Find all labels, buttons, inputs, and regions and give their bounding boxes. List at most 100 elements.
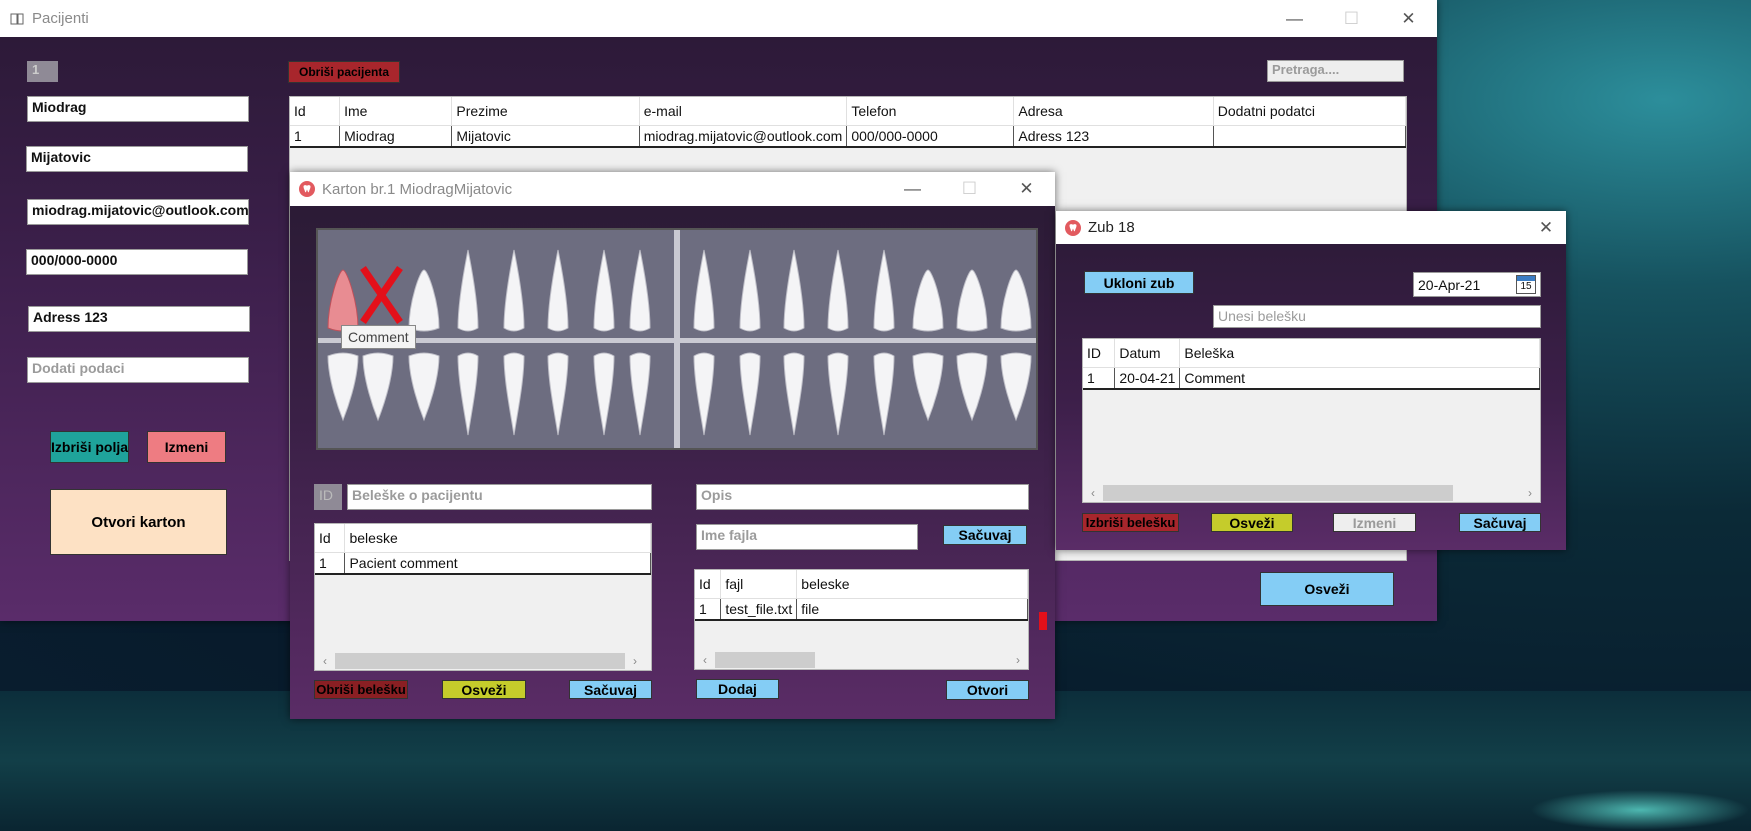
patient-notes-input[interactable]: Beleške o pacijentu xyxy=(347,484,652,510)
selected-tooth[interactable] xyxy=(327,269,359,332)
upper-tooth[interactable] xyxy=(912,269,944,332)
edit-patient-button[interactable]: Izmeni xyxy=(147,431,226,463)
upper-tooth[interactable] xyxy=(873,249,895,332)
upper-tooth[interactable] xyxy=(783,249,805,332)
delete-tooth-note-button[interactable]: Izbriši belešku xyxy=(1082,513,1179,532)
table-cell[interactable]: 1 xyxy=(315,552,346,575)
lower-tooth[interactable] xyxy=(362,352,394,422)
lower-tooth[interactable] xyxy=(956,352,988,422)
table-cell[interactable]: Comment xyxy=(1179,367,1540,390)
lower-tooth[interactable] xyxy=(593,352,615,436)
table-cell[interactable]: 000/000-0000 xyxy=(846,125,1015,148)
column-header[interactable]: Prezime xyxy=(451,97,640,126)
upper-tooth[interactable] xyxy=(956,269,988,332)
lower-tooth[interactable] xyxy=(873,352,895,436)
table-row[interactable]: 1 test_file.txt file xyxy=(695,598,1028,621)
save-file-button[interactable]: Sačuvaj xyxy=(943,525,1027,545)
horizontal-scrollbar[interactable]: ‹ › xyxy=(695,651,1028,669)
first-name-field[interactable]: Miodrag xyxy=(27,96,249,122)
upper-tooth[interactable] xyxy=(693,249,715,332)
column-header[interactable]: Id xyxy=(695,570,722,599)
filename-input[interactable]: Ime fajla xyxy=(696,524,918,550)
upper-tooth[interactable] xyxy=(547,249,569,332)
open-chart-button[interactable]: Otvori karton xyxy=(50,489,227,555)
lower-tooth[interactable] xyxy=(327,352,359,422)
table-row[interactable]: 1 Pacient comment xyxy=(315,552,651,575)
column-header[interactable]: Adresa xyxy=(1013,97,1214,126)
lower-tooth[interactable] xyxy=(457,352,479,436)
table-cell[interactable]: 20-04-21 xyxy=(1114,367,1181,390)
refresh-patients-button[interactable]: Osveži xyxy=(1260,572,1394,606)
delete-patient-button[interactable]: Obriši pacijenta xyxy=(288,61,400,83)
lower-tooth[interactable] xyxy=(783,352,805,436)
table-cell[interactable]: miodrag.mijatovic@outlook.com xyxy=(639,125,848,148)
upper-tooth[interactable] xyxy=(457,249,479,332)
column-header[interactable]: Datum xyxy=(1114,339,1181,368)
scroll-right-icon[interactable]: › xyxy=(625,654,645,668)
upper-tooth[interactable] xyxy=(503,249,525,332)
scroll-left-icon[interactable]: ‹ xyxy=(1083,486,1103,500)
table-cell[interactable] xyxy=(1213,125,1406,148)
description-input[interactable]: Opis xyxy=(696,484,1029,510)
phone-field[interactable]: 000/000-0000 xyxy=(26,249,248,275)
delete-note-button[interactable]: Obriši belešku xyxy=(314,680,408,699)
email-field[interactable]: miodrag.mijatovic@outlook.com xyxy=(27,199,249,225)
date-picker[interactable]: 20-Apr-21 15 xyxy=(1413,272,1541,297)
upper-tooth[interactable] xyxy=(827,249,849,332)
table-cell[interactable]: Miodrag xyxy=(339,125,453,148)
table-cell[interactable]: Adress 123 xyxy=(1013,125,1214,148)
table-cell[interactable]: 1 xyxy=(290,125,341,148)
minimize-button[interactable]: — xyxy=(884,172,941,206)
upper-tooth[interactable] xyxy=(739,249,761,332)
scroll-thumb[interactable] xyxy=(715,652,815,668)
table-cell[interactable]: test_file.txt xyxy=(720,598,798,621)
column-header[interactable]: fajl xyxy=(720,570,798,599)
column-header[interactable]: Ime xyxy=(339,97,453,126)
search-input[interactable]: Pretraga.... xyxy=(1267,60,1404,82)
save-tooth-note-button[interactable]: Sačuvaj xyxy=(1459,513,1541,532)
add-file-button[interactable]: Dodaj xyxy=(696,679,779,699)
column-header[interactable]: Id xyxy=(315,524,346,553)
close-button[interactable]: ✕ xyxy=(1526,211,1566,244)
open-file-button[interactable]: Otvori xyxy=(946,680,1029,700)
horizontal-scrollbar[interactable]: ‹ › xyxy=(315,652,651,670)
scroll-thumb[interactable] xyxy=(335,653,625,669)
lower-tooth[interactable] xyxy=(739,352,761,436)
minimize-button[interactable]: — xyxy=(1266,0,1323,37)
lower-tooth[interactable] xyxy=(547,352,569,436)
column-header[interactable]: Beleška xyxy=(1179,339,1540,368)
refresh-tooth-notes-button[interactable]: Osveži xyxy=(1211,513,1293,532)
lower-tooth[interactable] xyxy=(912,352,944,422)
lower-tooth[interactable] xyxy=(827,352,849,436)
column-header[interactable]: Telefon xyxy=(846,97,1015,126)
lower-tooth[interactable] xyxy=(503,352,525,436)
close-button[interactable]: ✕ xyxy=(998,172,1055,206)
extra-data-field[interactable]: Dodati podaci xyxy=(27,357,249,383)
table-row[interactable]: 1 20-04-21 Comment xyxy=(1083,367,1540,390)
scroll-right-icon[interactable]: › xyxy=(1008,653,1028,667)
tooth-note-input[interactable]: Unesi belešku xyxy=(1213,305,1541,328)
column-header[interactable]: e-mail xyxy=(639,97,848,126)
removed-tooth-icon[interactable] xyxy=(360,266,403,324)
table-cell[interactable]: 1 xyxy=(1083,367,1116,390)
column-header[interactable]: Id xyxy=(290,97,341,126)
table-cell[interactable]: 1 xyxy=(695,598,722,621)
table-cell[interactable]: Pacient comment xyxy=(344,552,651,575)
refresh-notes-button[interactable]: Osveži xyxy=(442,680,526,699)
scroll-left-icon[interactable]: ‹ xyxy=(695,653,715,667)
lower-tooth[interactable] xyxy=(408,352,440,422)
calendar-icon[interactable]: 15 xyxy=(1516,275,1536,294)
maximize-button[interactable]: ☐ xyxy=(941,172,998,206)
horizontal-scrollbar[interactable]: ‹ › xyxy=(1083,484,1540,502)
edit-tooth-note-button[interactable]: Izmeni xyxy=(1333,513,1416,532)
table-cell[interactable]: file xyxy=(796,598,1028,621)
column-header[interactable]: beleske xyxy=(344,524,651,553)
scroll-left-icon[interactable]: ‹ xyxy=(315,654,335,668)
maximize-button[interactable]: ☐ xyxy=(1323,0,1380,37)
upper-tooth[interactable] xyxy=(408,269,440,332)
id-field[interactable]: 1 xyxy=(27,61,58,82)
column-header[interactable]: Dodatni podatci xyxy=(1213,97,1406,126)
lower-tooth[interactable] xyxy=(1000,352,1032,422)
lower-tooth[interactable] xyxy=(693,352,715,436)
table-cell[interactable]: Mijatovic xyxy=(451,125,640,148)
